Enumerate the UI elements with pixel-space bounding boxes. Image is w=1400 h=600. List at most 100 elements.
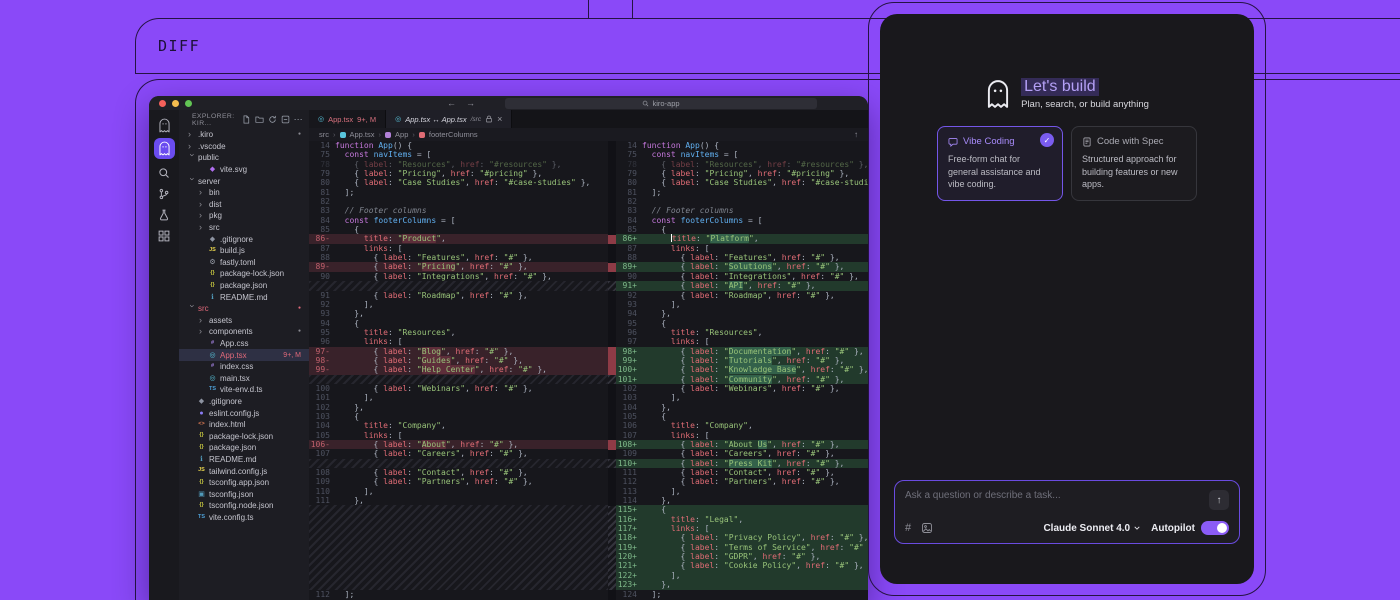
tree-item[interactable]: ⚙fastly.toml xyxy=(179,257,309,269)
send-button[interactable]: ↑ xyxy=(1209,490,1229,510)
breadcrumb-item[interactable]: App xyxy=(395,130,408,139)
diff-left-pane[interactable]: 14function App() {75 const navItems = [7… xyxy=(309,141,608,600)
tree-item[interactable]: ›server xyxy=(179,175,309,187)
tree-item[interactable]: ℹREADME.md xyxy=(179,291,309,303)
card-code-with-spec[interactable]: Code with Spec Structured approach for b… xyxy=(1071,126,1197,201)
diff-line: 112 { label: "Partners", href: "#" }, xyxy=(616,477,868,486)
tree-item[interactable]: ›assets xyxy=(179,315,309,327)
close-tab-icon[interactable]: × xyxy=(497,114,502,124)
json-file-icon: {} xyxy=(207,283,218,289)
tree-item[interactable]: {}package-lock.json xyxy=(179,268,309,280)
tree-item[interactable]: ◆.gitignore xyxy=(179,396,309,408)
chevron-down-icon xyxy=(1133,524,1141,532)
tab-bar: ◎ App.tsx 9+, M ◎ App.tsx ↔ App.tsx /src… xyxy=(309,110,868,128)
autopilot-toggle[interactable] xyxy=(1201,521,1229,535)
chat-hero: Let's build Plan, search, or build anyth… xyxy=(985,78,1149,110)
tab-app-tsx[interactable]: ◎ App.tsx 9+, M xyxy=(309,110,386,128)
selected-check-icon: ✓ xyxy=(1040,133,1054,147)
tree-item[interactable]: ›.kiro● xyxy=(179,129,309,141)
json-file-icon: {} xyxy=(196,480,207,486)
new-file-icon[interactable] xyxy=(242,115,251,124)
diff-line: 99+ { label: "Tutorials", href: "#" }, xyxy=(616,356,868,365)
diff-line: 14function App() { xyxy=(309,141,608,150)
card-vibe-coding[interactable]: Vibe Coding Free-form chat for general a… xyxy=(937,126,1063,201)
collapse-all-icon[interactable] xyxy=(281,115,290,124)
close-window-button[interactable] xyxy=(159,100,166,107)
tree-item[interactable]: {}tsconfig.node.json xyxy=(179,500,309,512)
tree-item[interactable]: JSbuild.js xyxy=(179,245,309,257)
tree-item[interactable]: #App.css xyxy=(179,338,309,350)
forward-button[interactable]: → xyxy=(466,98,475,108)
tree-item[interactable]: ›public xyxy=(179,152,309,164)
more-actions-icon[interactable]: ⋯ xyxy=(294,114,303,125)
zoom-window-button[interactable] xyxy=(185,100,192,107)
diff-line: 83 // Footer columns xyxy=(616,206,868,215)
tree-item[interactable]: ›.vscode xyxy=(179,141,309,153)
breadcrumb-item[interactable]: footerColumns xyxy=(429,130,478,139)
diff-line: 103 { xyxy=(309,412,608,421)
tree-item[interactable]: ◆.gitignore xyxy=(179,233,309,245)
source-control-icon[interactable] xyxy=(156,186,172,202)
diff-right-pane[interactable]: 14function App() {75 const navItems = [7… xyxy=(616,141,868,600)
diff-line: 75 const navItems = [ xyxy=(309,150,608,159)
tab-label: App.tsx ↔ App.tsx xyxy=(405,115,466,124)
tree-item[interactable]: JStailwind.config.js xyxy=(179,465,309,477)
tree-item[interactable]: #index.css xyxy=(179,361,309,373)
diff-line: 86- title: "Product", xyxy=(309,234,608,243)
model-selector[interactable]: Claude Sonnet 4.0 xyxy=(1043,523,1141,534)
tree-item[interactable]: ◎App.tsx9+, M xyxy=(179,349,309,361)
tree-item[interactable]: ℹREADME.md xyxy=(179,454,309,466)
diff-line: 106 title: "Company", xyxy=(616,421,868,430)
json-file-icon: {} xyxy=(207,271,218,277)
tree-item[interactable]: ›bin xyxy=(179,187,309,199)
tab-diff-app-tsx[interactable]: ◎ App.tsx ↔ App.tsx /src × xyxy=(386,110,512,128)
extensions-icon[interactable] xyxy=(156,228,172,244)
tree-item[interactable]: {}tsconfig.app.json xyxy=(179,477,309,489)
chat-input[interactable]: Ask a question or describe a task... ↑ #… xyxy=(894,480,1240,544)
tab-path: /src xyxy=(471,116,481,123)
diff-line: 102 }, xyxy=(309,403,608,412)
new-folder-icon[interactable] xyxy=(255,115,264,124)
diff-line: 104 }, xyxy=(616,403,868,412)
tree-item[interactable]: {}package.json xyxy=(179,442,309,454)
kiro-chat-icon[interactable] xyxy=(156,117,172,133)
diff-line: 98- { label: "Guides", href: "#" }, xyxy=(309,356,608,365)
tree-item[interactable]: ›components● xyxy=(179,326,309,338)
diff-divider[interactable] xyxy=(608,141,616,600)
context-hash-icon[interactable]: # xyxy=(905,522,911,534)
refresh-icon[interactable] xyxy=(268,115,277,124)
diff-line: 93 }, xyxy=(309,309,608,318)
arrow-up-icon[interactable]: ↑ xyxy=(854,130,858,139)
tree-item[interactable]: ›dist xyxy=(179,199,309,211)
breadcrumb-item[interactable]: App.tsx xyxy=(350,130,375,139)
tree-item[interactable]: ●eslint.config.js xyxy=(179,407,309,419)
tree-item[interactable]: ›src xyxy=(179,222,309,234)
back-button[interactable]: ← xyxy=(447,98,456,108)
tree-item[interactable]: ▣tsconfig.json xyxy=(179,488,309,500)
tree-item[interactable]: TSvite-env.d.ts xyxy=(179,384,309,396)
debug-icon[interactable] xyxy=(156,207,172,223)
tree-item[interactable]: ›src● xyxy=(179,303,309,315)
tree-item[interactable]: {}package.json xyxy=(179,280,309,292)
diff-line: 91 { label: "Roadmap", href: "#" }, xyxy=(309,291,608,300)
image-attach-icon[interactable] xyxy=(921,522,933,534)
command-center-search[interactable]: kiro-app xyxy=(505,98,817,109)
json-file-icon: {} xyxy=(196,445,207,451)
explorer-icon[interactable] xyxy=(154,138,175,159)
breadcrumb[interactable]: src › App.tsx › App › footerColumns ↑ xyxy=(309,128,868,141)
modified-badge: 9+, M xyxy=(357,115,376,124)
css-file-icon: # xyxy=(207,364,218,370)
breadcrumb-item[interactable]: src xyxy=(319,130,329,139)
minimize-window-button[interactable] xyxy=(172,100,179,107)
tree-item[interactable]: {}package-lock.json xyxy=(179,430,309,442)
frame-notch-line xyxy=(588,0,589,19)
tree-item[interactable]: TSvite.config.ts xyxy=(179,512,309,524)
tree-item[interactable]: ›pkg xyxy=(179,210,309,222)
card-description: Structured approach for building feature… xyxy=(1082,153,1186,191)
diff-line: 78 { label: "Resources", href: "#resourc… xyxy=(309,160,608,169)
search-icon[interactable] xyxy=(156,165,172,181)
tree-item[interactable]: <>index.html xyxy=(179,419,309,431)
tree-item[interactable]: ◆vite.svg xyxy=(179,164,309,176)
search-icon xyxy=(642,100,649,107)
tree-item[interactable]: ◎main.tsx xyxy=(179,372,309,384)
